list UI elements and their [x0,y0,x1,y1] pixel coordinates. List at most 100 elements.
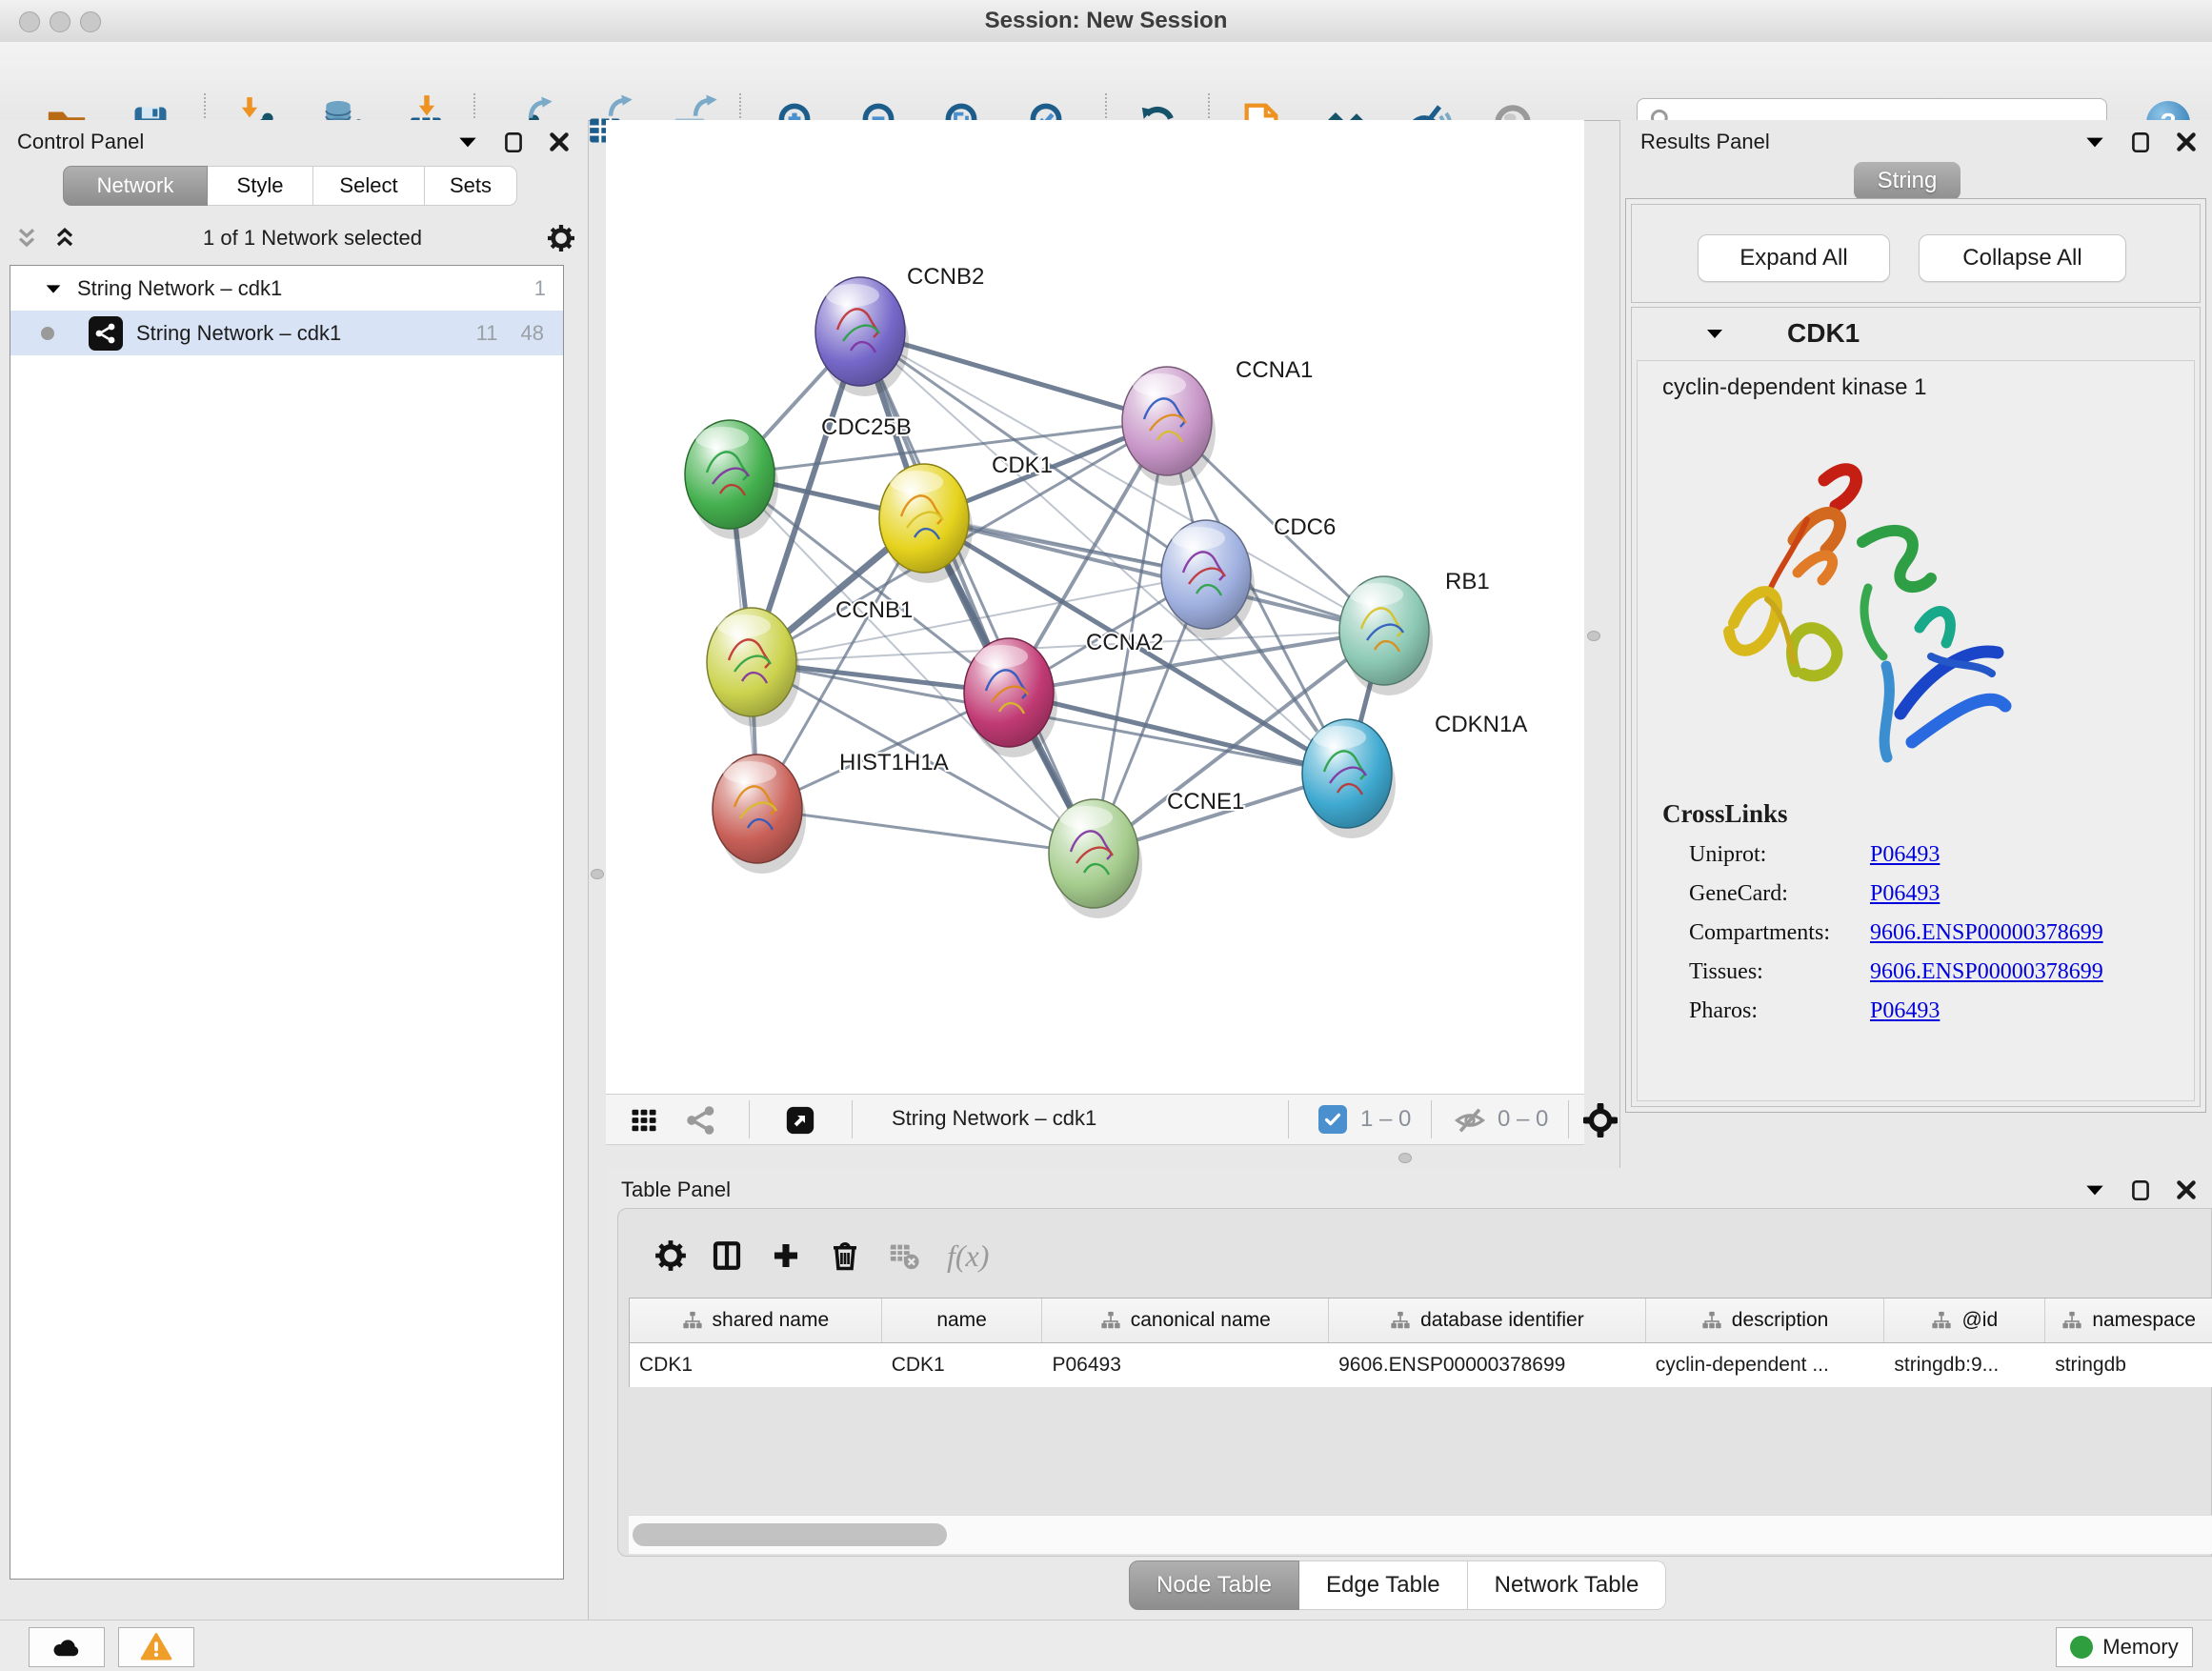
control-panel-title: Control Panel [17,130,144,154]
panel-close-icon[interactable] [2174,1178,2199,1202]
add-column-plus-icon[interactable] [756,1231,815,1280]
network-canvas[interactable]: CCNB2CCNA1CDC25BCDK1CDC6RB1CCNB1CCNA2CDK… [606,120,1584,1094]
network-collection-row[interactable]: String Network – cdk1 1 [10,266,563,311]
crosslink-label: Compartments: [1689,920,1870,946]
collapse-all-networks-icon[interactable] [51,225,78,252]
table-cell[interactable]: stringdb [2045,1343,2212,1387]
protein-structure-image [1681,428,2043,780]
birdseye-grid-icon[interactable] [623,1099,665,1141]
network-tree: String Network – cdk1 1 String Network –… [10,265,564,1580]
network-node[interactable] [1302,719,1396,838]
node-label: HIST1H1A [839,750,949,775]
network-node[interactable] [1122,367,1216,486]
scrollbar-thumb[interactable] [633,1523,947,1546]
splitter-handle[interactable] [1587,631,1600,641]
warnings-button[interactable] [118,1627,194,1667]
crosslink-link[interactable]: 9606.ENSP00000378699 [1870,920,2103,946]
network-node[interactable] [815,277,909,396]
node-label: CDKN1A [1435,712,1527,737]
crosslink-link[interactable]: P06493 [1870,842,1940,868]
column-header-shared-name[interactable]: shared name [630,1299,882,1342]
column-header-name[interactable]: name [882,1299,1043,1342]
table-cell[interactable]: CDK1 [882,1343,1043,1387]
edge-layer [730,332,1384,854]
crosslink-link[interactable]: P06493 [1870,998,1940,1024]
function-builder-button[interactable]: f(x) [947,1238,989,1274]
memory-button[interactable]: Memory [2056,1627,2193,1667]
panel-menu-icon[interactable] [455,130,480,154]
expand-all-networks-icon[interactable] [13,225,40,252]
hidden-eye-slash-icon [1454,1104,1486,1137]
navigate-crosshair-icon[interactable] [1579,1099,1621,1141]
network-node[interactable] [964,638,1057,757]
network-node[interactable] [1049,799,1142,918]
collection-expander-icon[interactable] [43,278,64,299]
panel-menu-icon[interactable] [2082,130,2107,154]
splitter-handle[interactable] [1398,1153,1412,1163]
panel-menu-icon[interactable] [2082,1178,2107,1202]
column-header-namespace[interactable]: namespace [2045,1299,2212,1342]
delete-table-icon[interactable] [875,1231,934,1280]
node-table: shared namename canonical name database id… [629,1298,2212,1387]
network-row[interactable]: String Network – cdk1 11 48 [10,311,563,355]
column-header-canonical-name[interactable]: canonical name [1042,1299,1329,1342]
column-header-label: description [1732,1309,1829,1332]
network-options-gear-icon[interactable] [547,224,575,252]
tab-sets[interactable]: Sets [425,166,517,206]
network-node[interactable] [1339,576,1433,695]
panel-close-icon[interactable] [547,130,572,154]
crosslink-link[interactable]: 9606.ENSP00000378699 [1870,959,2103,985]
network-node[interactable] [707,608,800,727]
table-cell[interactable]: CDK1 [630,1343,882,1387]
tab-string[interactable]: String [1854,162,1961,200]
column-header-database-identifier[interactable]: database identifier [1329,1299,1646,1342]
selected-checkbox[interactable] [1318,1105,1347,1134]
table-cell[interactable]: cyclin-dependent ... [1646,1343,1885,1387]
network-node[interactable] [1161,520,1255,639]
crosslink-row: GeneCard:P06493 [1689,881,2194,907]
table-cell[interactable]: stringdb:9... [1884,1343,2045,1387]
node-label: CCNE1 [1167,789,1244,815]
network-node[interactable] [879,464,973,583]
window-zoom-button[interactable] [80,11,101,32]
network-current-dot-icon [41,327,54,340]
tab-network-table[interactable]: Network Table [1468,1560,1667,1610]
gene-section-header[interactable]: CDK1 [1631,307,2201,360]
tab-network[interactable]: Network [63,166,208,206]
tab-edge-table[interactable]: Edge Table [1299,1560,1468,1610]
tab-select[interactable]: Select [313,166,425,206]
tab-node-table[interactable]: Node Table [1129,1560,1299,1610]
column-header-label: canonical name [1131,1309,1271,1332]
table-settings-gear-icon[interactable] [644,1231,697,1280]
splitter-handle[interactable] [591,869,604,879]
window-close-button[interactable] [19,11,40,32]
panel-float-icon[interactable] [2128,130,2153,154]
control-panel-tabs: Network Style Select Sets [63,166,517,206]
crosslink-link[interactable]: P06493 [1870,881,1940,907]
collapse-all-button[interactable]: Collapse All [1919,234,2126,282]
window-minimize-button[interactable] [50,11,70,32]
table-horizontal-scrollbar[interactable] [629,1515,2212,1554]
network-share-icon[interactable] [680,1099,722,1141]
column-header--id[interactable]: @id [1884,1299,2045,1342]
crosslink-label: GeneCard: [1689,881,1870,907]
table-columns-icon[interactable] [697,1231,756,1280]
cloud-button[interactable] [29,1627,105,1667]
panel-close-icon[interactable] [2174,130,2199,154]
node-label: CCNB2 [907,264,984,290]
table-cell[interactable]: 9606.ENSP00000378699 [1329,1343,1646,1387]
detach-view-icon[interactable] [779,1099,821,1141]
panel-float-icon[interactable] [2128,1178,2153,1202]
network-edge[interactable] [757,809,1094,854]
table-row[interactable]: CDK1CDK1P064939606.ENSP00000378699cyclin… [630,1343,2212,1387]
main-toolbar: ? [0,42,2212,121]
gene-expander-icon[interactable] [1703,322,1726,345]
table-cell[interactable]: P06493 [1042,1343,1329,1387]
tab-style[interactable]: Style [208,166,313,206]
delete-column-trash-icon[interactable] [815,1231,875,1280]
panel-float-icon[interactable] [501,130,526,154]
expand-all-button[interactable]: Expand All [1698,234,1890,282]
column-header-description[interactable]: description [1646,1299,1885,1342]
network-graph[interactable]: CCNB2CCNA1CDC25BCDK1CDC6RB1CCNB1CCNA2CDK… [606,120,1584,1094]
network-node[interactable] [713,755,806,874]
